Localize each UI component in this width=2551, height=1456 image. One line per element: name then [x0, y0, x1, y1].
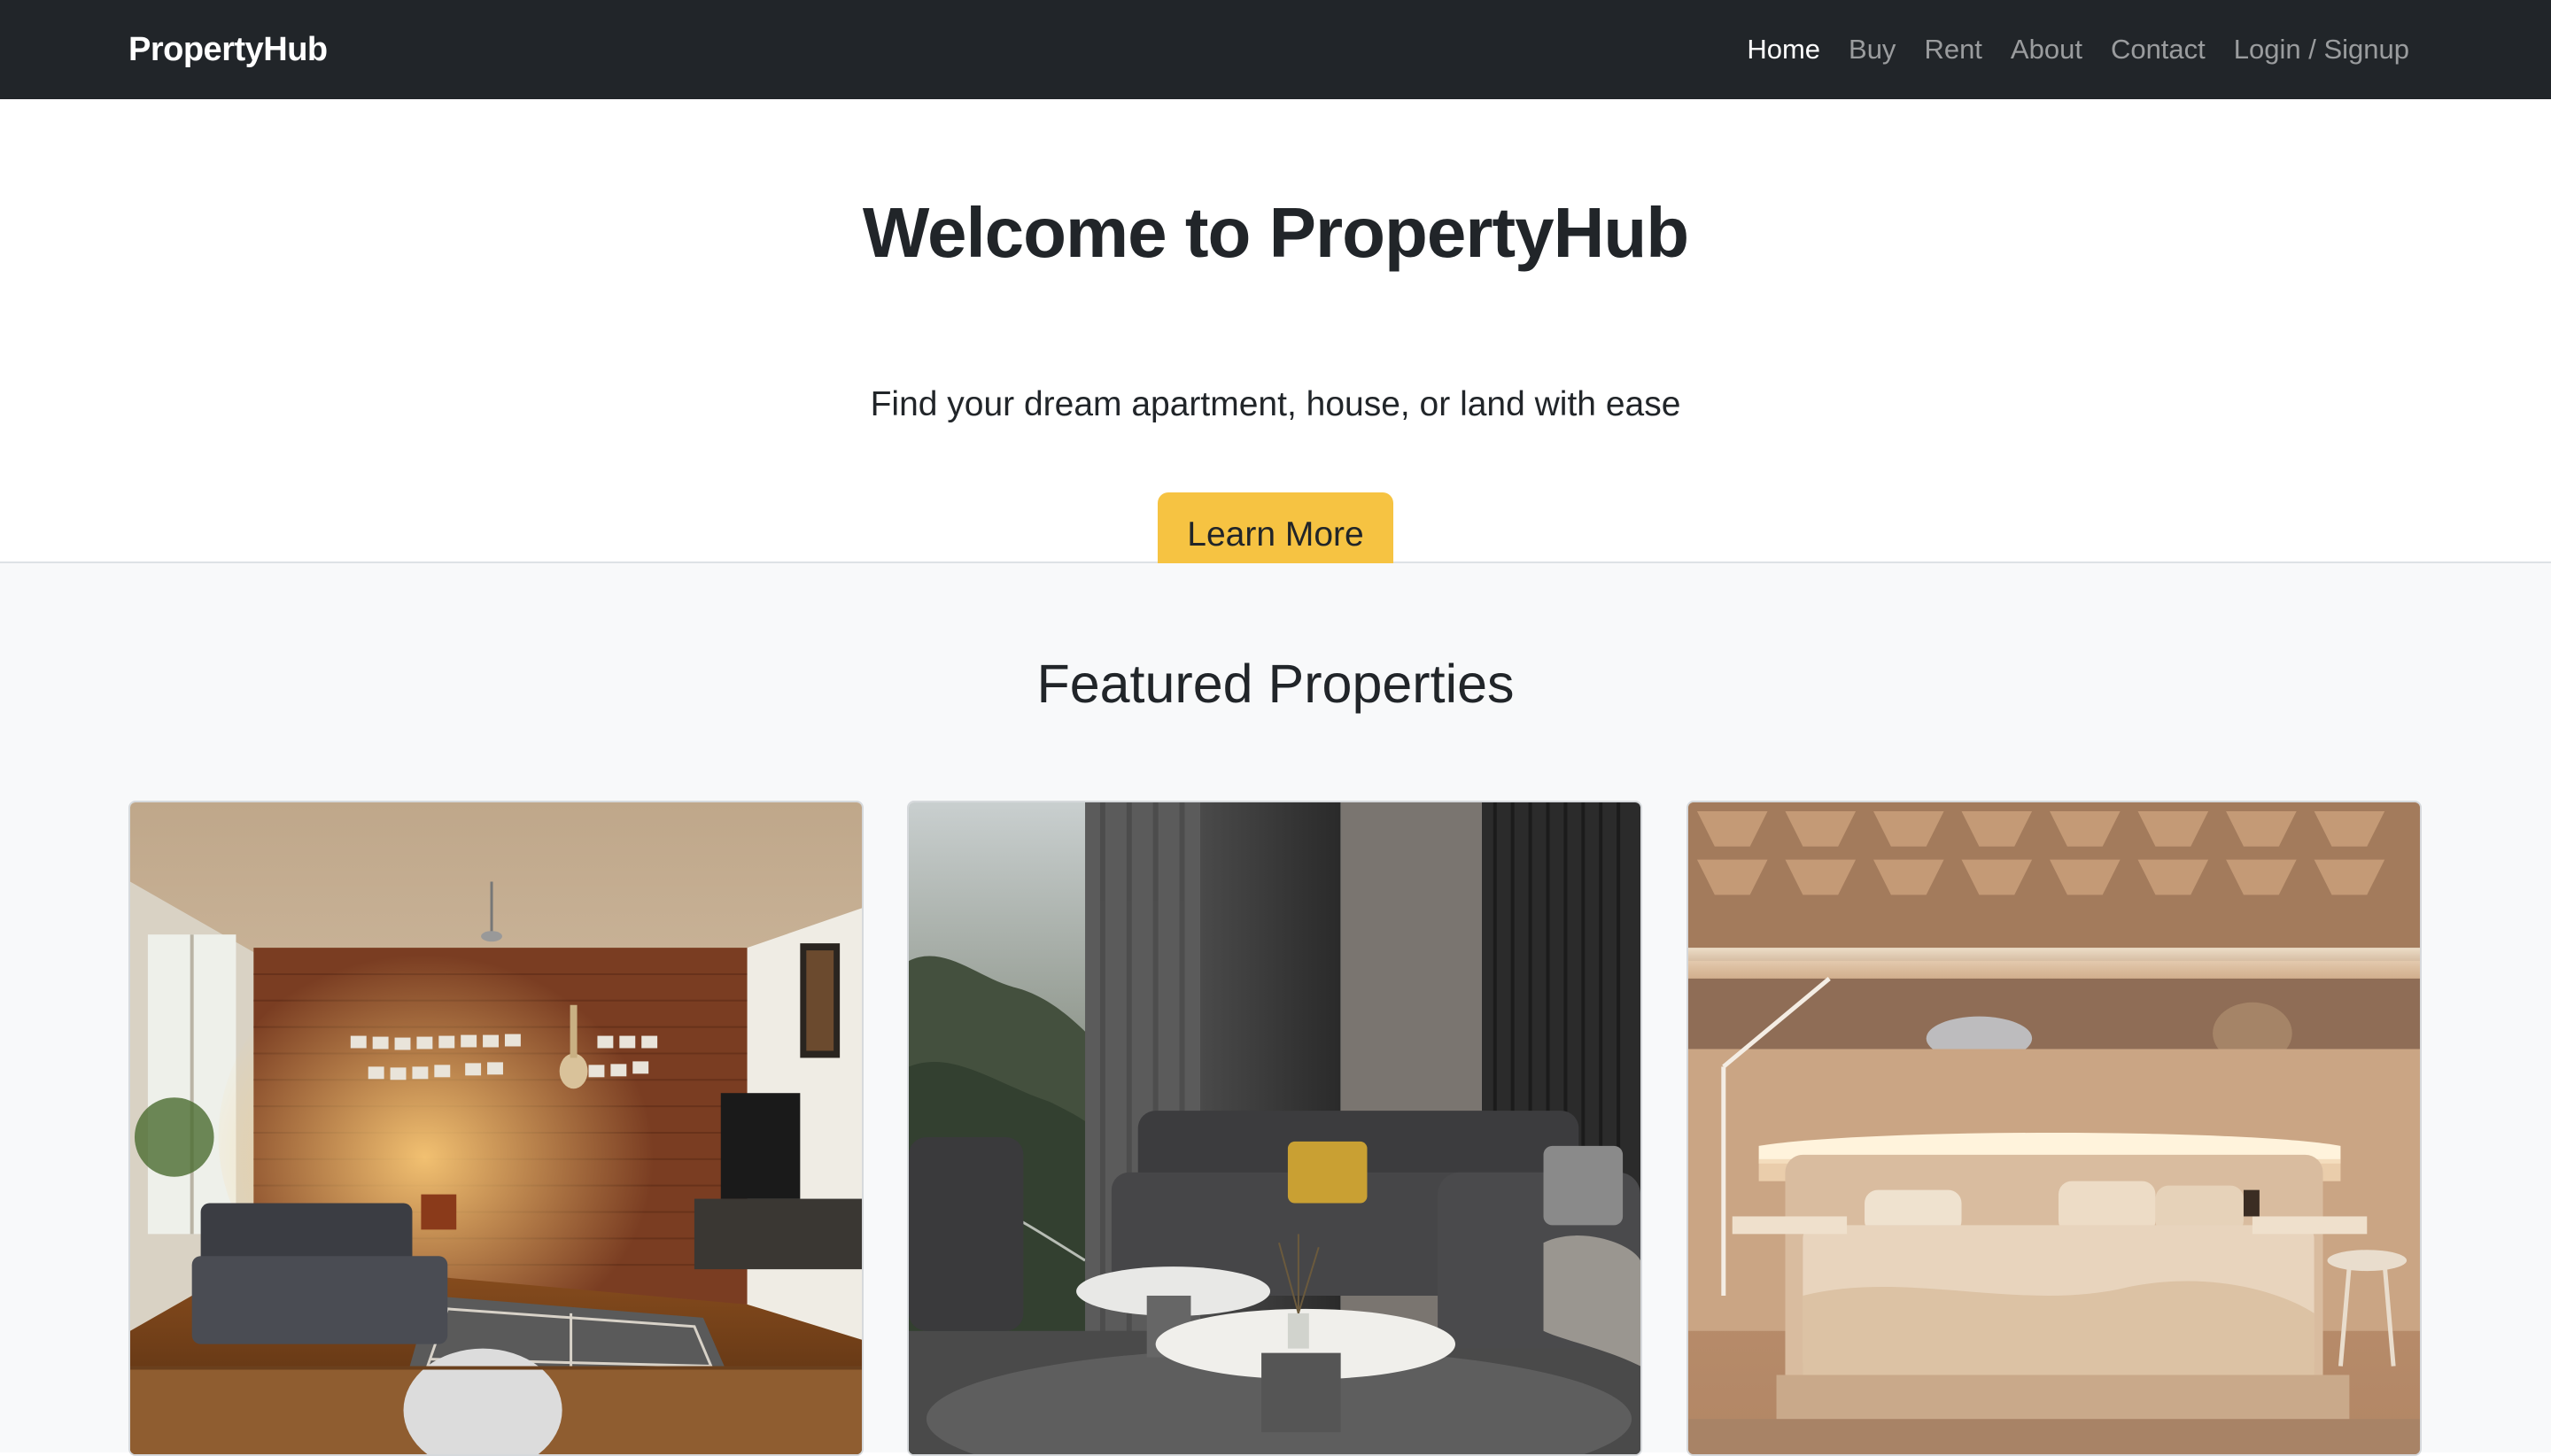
hero-title: Welcome to PropertyHub	[862, 193, 1689, 272]
nav-link-contact[interactable]: Contact	[2111, 34, 2206, 66]
property-cards	[128, 801, 2423, 1456]
nav-link-about[interactable]: About	[2011, 34, 2082, 66]
property-image-dark-living-room[interactable]	[909, 802, 1640, 1454]
dark-living-room-photo-icon	[909, 802, 1640, 1454]
bedroom-photo-icon	[1688, 802, 2420, 1454]
featured-properties-section: Featured Properties	[0, 563, 2551, 1456]
nav-link-rent[interactable]: Rent	[1924, 34, 1981, 66]
hero-section: Welcome to PropertyHub Find your dream a…	[0, 99, 2551, 577]
nav-link-login-signup[interactable]: Login / Signup	[2234, 34, 2409, 66]
property-image-bedroom[interactable]	[1688, 802, 2420, 1454]
nav-links: Home Buy Rent About Contact Login / Sign…	[1747, 34, 2409, 66]
property-card[interactable]	[907, 801, 1642, 1456]
nav-link-home[interactable]: Home	[1747, 34, 1820, 66]
property-card[interactable]	[128, 801, 864, 1456]
navbar: PropertyHub Home Buy Rent About Contact …	[0, 0, 2551, 99]
brand-logo[interactable]: PropertyHub	[128, 31, 328, 69]
property-card[interactable]	[1686, 801, 2422, 1456]
nav-link-buy[interactable]: Buy	[1849, 34, 1896, 66]
featured-title: Featured Properties	[1036, 654, 1515, 714]
property-image-living-room[interactable]	[130, 802, 862, 1454]
hero-subtitle: Find your dream apartment, house, or lan…	[870, 385, 1681, 423]
living-room-photo-icon	[130, 802, 862, 1454]
